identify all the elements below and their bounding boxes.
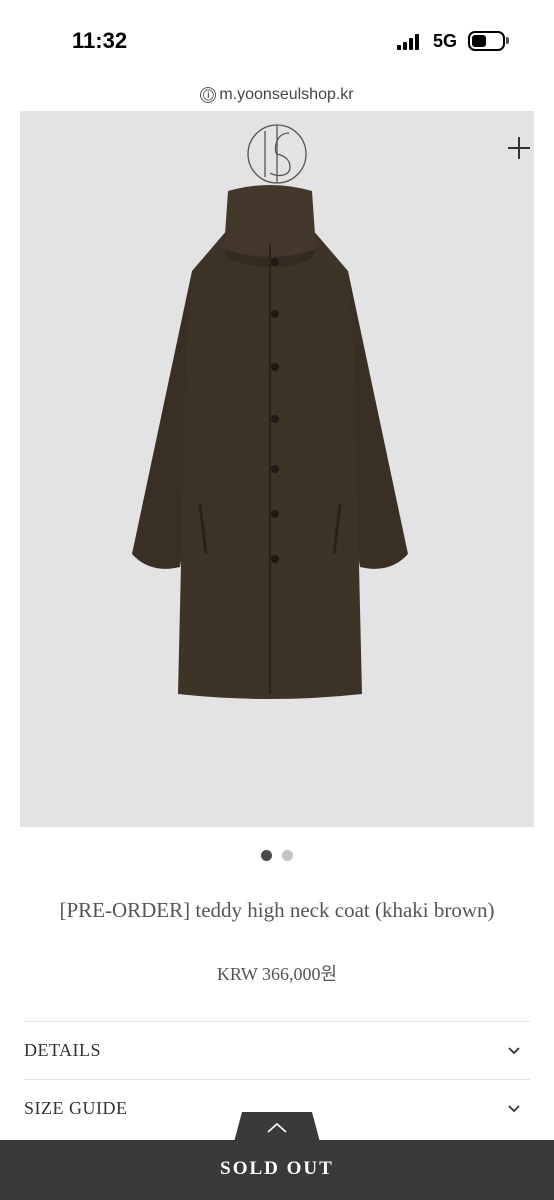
info-icon[interactable]: ⓘ	[200, 87, 217, 103]
battery-icon	[468, 31, 505, 51]
sold-out-button[interactable]: SOLD OUT	[0, 1140, 554, 1200]
brand-logo[interactable]	[246, 123, 308, 185]
pagination-dot-1[interactable]	[261, 850, 272, 861]
accordion-label: DETAILS	[24, 1040, 102, 1060]
expand-tab[interactable]	[234, 1112, 320, 1142]
signal-icon	[397, 34, 421, 50]
product-title: [PRE-ORDER] teddy high neck coat (khaki …	[59, 898, 495, 922]
url-bar[interactable]: ⓘ m.yoonseulshop.kr	[0, 80, 554, 110]
plus-icon[interactable]	[504, 133, 534, 163]
product-image[interactable]	[20, 111, 534, 827]
sold-out-label: SOLD OUT	[220, 1158, 334, 1179]
battery-tip	[506, 37, 509, 44]
chevron-down-icon	[508, 1046, 520, 1054]
pagination-dot-2[interactable]	[282, 850, 293, 861]
status-time: 11:32	[72, 28, 128, 53]
accordion-label: SIZE GUIDE	[24, 1098, 128, 1118]
product-price: KRW 366,000원	[216, 964, 338, 984]
coat-image	[132, 185, 408, 699]
url-text[interactable]: m.yoonseulshop.kr	[219, 86, 353, 104]
chevron-down-icon	[508, 1104, 520, 1112]
status-bar: 11:32 5G	[0, 0, 554, 80]
gallery-pagination	[0, 850, 554, 862]
accordion-details[interactable]: DETAILS	[24, 1021, 530, 1079]
network-type: 5G	[433, 31, 458, 51]
